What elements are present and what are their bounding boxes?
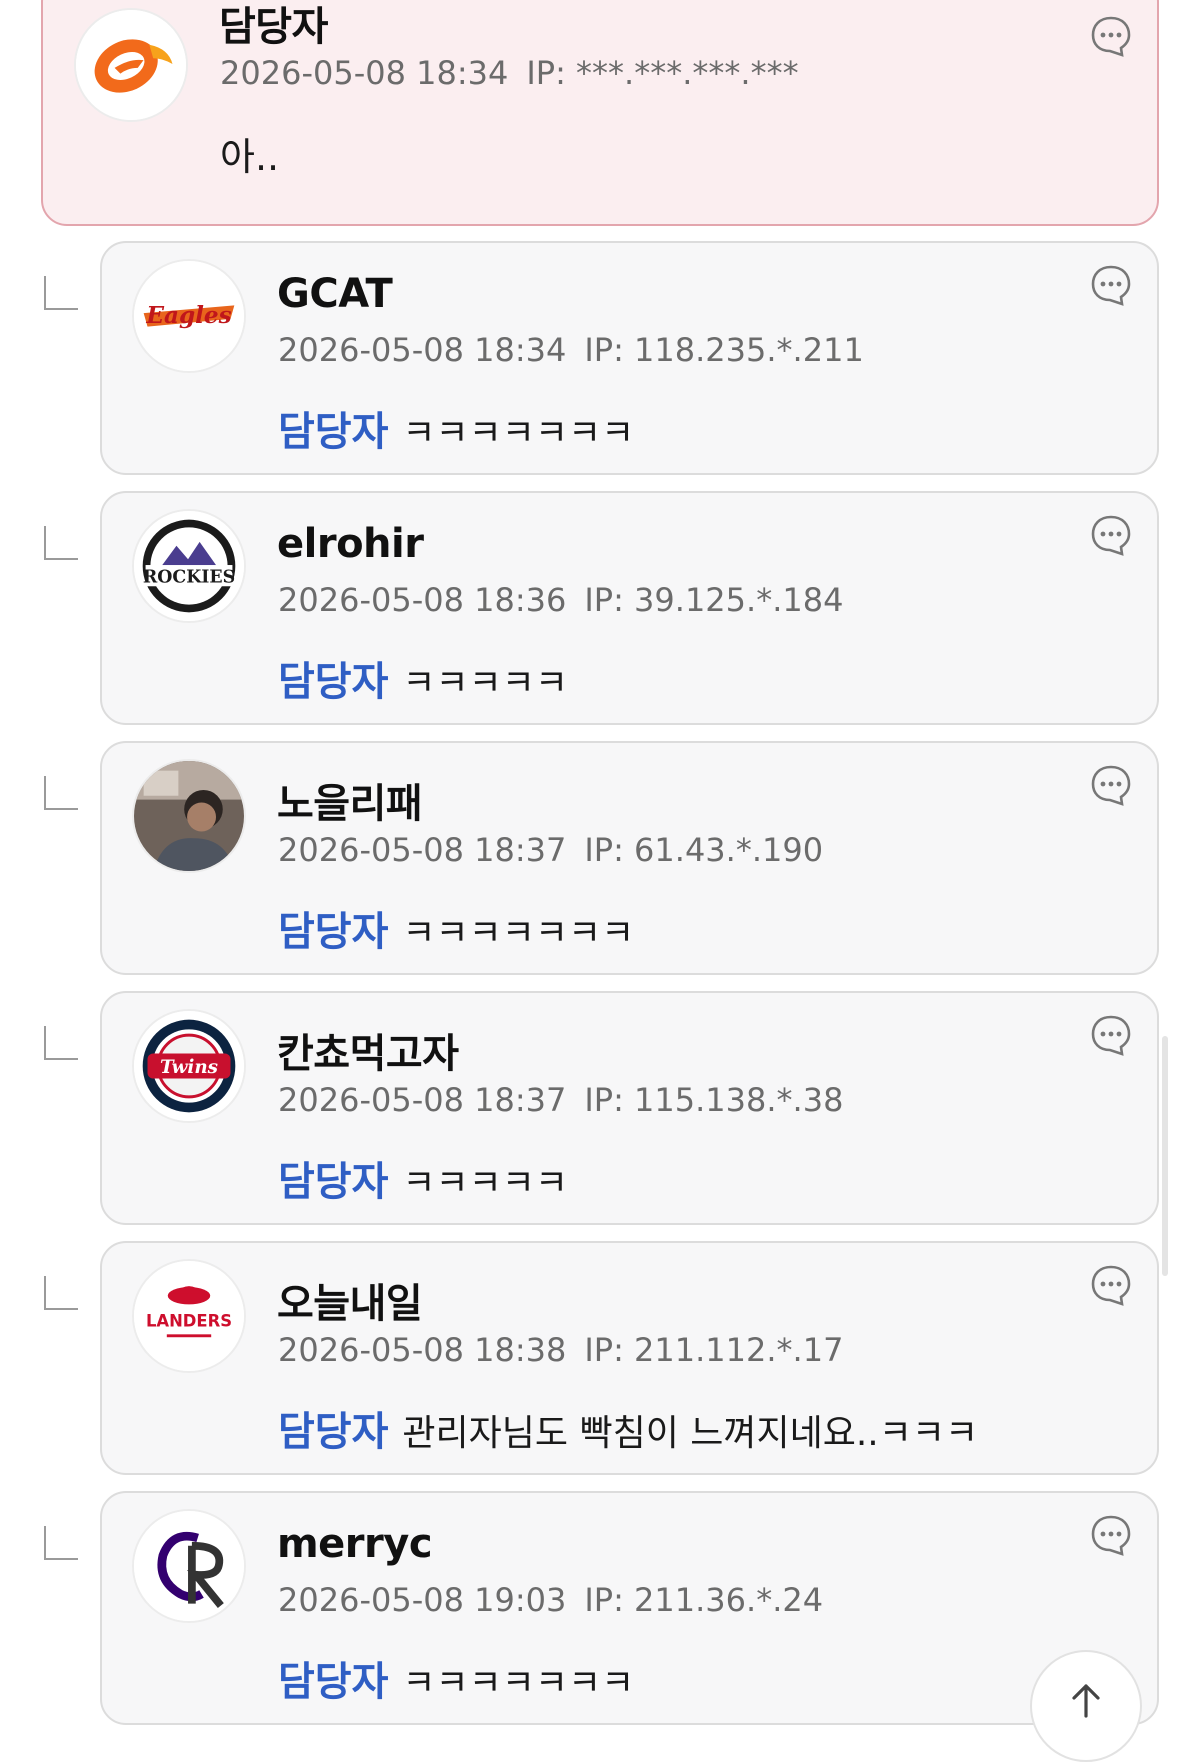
reply-nickname[interactable]: 칸쵸먹고자	[277, 1021, 459, 1079]
hanwha-logo-icon[interactable]	[74, 8, 188, 122]
reply-ip: IP: 118.235.*.211	[584, 331, 864, 369]
reply-date: 2026-05-08 18:34	[278, 331, 567, 369]
reply-date: 2026-05-08 18:38	[278, 1331, 567, 1369]
reply-comment: Twins 칸쵸먹고자 2026-05-08 18:37 IP: 115.138.…	[100, 991, 1159, 1225]
reply-text: 담당자 ㅋㅋㅋㅋㅋㅋㅋ	[278, 399, 634, 457]
hanwha-eagles-logo-icon[interactable]: Eagles	[132, 259, 246, 373]
reply-body: 관리자님도 빡침이 느껴지네요..ㅋㅋㅋ	[402, 1413, 979, 1454]
reply-arrow-icon	[44, 776, 78, 810]
reply-arrow-icon	[44, 1526, 78, 1560]
reply-meta: 2026-05-08 18:38 IP: 211.112.*.17	[278, 1331, 843, 1369]
reply-meta: 2026-05-08 18:37 IP: 61.43.*.190	[278, 831, 823, 869]
reply-ip: IP: 115.138.*.38	[584, 1081, 844, 1119]
parent-text: 아..	[220, 135, 280, 179]
reply-nickname[interactable]: GCAT	[277, 271, 393, 317]
reply-text: 담당자 관리자님도 빡침이 느껴지네요..ㅋㅋㅋ	[278, 1399, 978, 1457]
reply-nickname[interactable]: 오늘내일	[277, 1271, 423, 1329]
reply-ip: IP: 61.43.*.190	[584, 831, 824, 869]
parent-nickname[interactable]: 담당자	[219, 0, 328, 52]
reply-comment: 노을리패 2026-05-08 18:37 IP: 61.43.*.190 담당자…	[100, 741, 1159, 975]
mention-link[interactable]: 담당자	[278, 1159, 388, 1205]
mention-link[interactable]: 담당자	[278, 909, 388, 955]
reply-comment: merryc 2026-05-08 19:03 IP: 211.36.*.24 담…	[100, 1491, 1159, 1725]
landers-logo-text: LANDERS	[146, 1312, 232, 1331]
reply-body: ㅋㅋㅋㅋㅋ	[402, 663, 569, 704]
reply-comment: LANDERS 오늘내일 2026-05-08 18:38 IP: 211.112…	[100, 1241, 1159, 1475]
reply-ip: IP: 211.36.*.24	[584, 1581, 824, 1619]
reply-arrow-icon	[44, 1276, 78, 1310]
user-photo-icon[interactable]	[132, 759, 246, 873]
comment-list: 담당자 2026-05-08 18:34 IP: ***.***.***.*** …	[0, 0, 1200, 1762]
reply-arrow-icon	[44, 1026, 78, 1060]
parent-meta: 2026-05-08 18:34 IP: ***.***.***.***	[220, 54, 799, 92]
mention-link[interactable]: 담당자	[278, 1409, 388, 1455]
comment-more-icon[interactable]	[1089, 14, 1133, 58]
scroll-top-button[interactable]	[1030, 1650, 1142, 1762]
reply-date: 2026-05-08 19:03	[278, 1581, 567, 1619]
comment-more-icon[interactable]	[1089, 1263, 1133, 1307]
colorado-rockies-cr-logo-icon[interactable]	[132, 1509, 246, 1623]
reply-meta: 2026-05-08 18:37 IP: 115.138.*.38	[278, 1081, 843, 1119]
reply-ip: IP: 211.112.*.17	[584, 1331, 844, 1369]
arrow-up-icon	[1072, 1684, 1100, 1718]
reply-meta: 2026-05-08 18:36 IP: 39.125.*.184	[278, 581, 843, 619]
reply-body: ㅋㅋㅋㅋㅋ	[402, 1163, 569, 1204]
rockies-logo-text: ROCKIES	[143, 567, 235, 587]
reply-date: 2026-05-08 18:36	[278, 581, 567, 619]
reply-date: 2026-05-08 18:37	[278, 1081, 567, 1119]
reply-meta: 2026-05-08 19:03 IP: 211.36.*.24	[278, 1581, 823, 1619]
parent-date: 2026-05-08 18:34	[220, 54, 509, 92]
comment-more-icon[interactable]	[1089, 1013, 1133, 1057]
reply-date: 2026-05-08 18:37	[278, 831, 567, 869]
reply-ip: IP: 39.125.*.184	[584, 581, 844, 619]
comment-more-icon[interactable]	[1089, 763, 1133, 807]
reply-body: ㅋㅋㅋㅋㅋㅋㅋ	[402, 1663, 635, 1704]
reply-nickname[interactable]: elrohir	[277, 521, 424, 567]
eagles-logo-text: Eagles	[145, 302, 231, 329]
reply-nickname[interactable]: 노을리패	[277, 771, 423, 829]
reply-arrow-icon	[44, 526, 78, 560]
comment-more-icon[interactable]	[1089, 513, 1133, 557]
minnesota-twins-logo-icon[interactable]: Twins	[132, 1009, 246, 1123]
parent-comment: 담당자 2026-05-08 18:34 IP: ***.***.***.*** …	[41, 0, 1159, 226]
reply-body: ㅋㅋㅋㅋㅋㅋㅋ	[402, 413, 635, 454]
reply-nickname[interactable]: merryc	[277, 1521, 433, 1567]
reply-arrow-icon	[44, 276, 78, 310]
comment-more-icon[interactable]	[1089, 263, 1133, 307]
reply-body: ㅋㅋㅋㅋㅋㅋㅋ	[402, 913, 635, 954]
scrollbar[interactable]	[1162, 1036, 1168, 1276]
reply-comment: ROCKIES elrohir 2026-05-08 18:36 IP: 39.1…	[100, 491, 1159, 725]
mention-link[interactable]: 담당자	[278, 659, 388, 705]
comment-more-icon[interactable]	[1089, 1513, 1133, 1557]
reply-text: 담당자 ㅋㅋㅋㅋㅋ	[278, 649, 568, 707]
mention-link[interactable]: 담당자	[278, 409, 388, 455]
reply-text: 담당자 ㅋㅋㅋㅋㅋ	[278, 1149, 568, 1207]
ssg-landers-logo-icon[interactable]: LANDERS	[132, 1259, 246, 1373]
parent-ip: IP: ***.***.***.***	[526, 54, 799, 92]
reply-text: 담당자 ㅋㅋㅋㅋㅋㅋㅋ	[278, 899, 634, 957]
reply-meta: 2026-05-08 18:34 IP: 118.235.*.211	[278, 331, 864, 369]
twins-logo-text: Twins	[160, 1057, 218, 1078]
reply-comment: Eagles GCAT 2026-05-08 18:34 IP: 118.235.…	[100, 241, 1159, 475]
mention-link[interactable]: 담당자	[278, 1659, 388, 1705]
colorado-rockies-logo-icon[interactable]: ROCKIES	[132, 509, 246, 623]
reply-text: 담당자 ㅋㅋㅋㅋㅋㅋㅋ	[278, 1649, 634, 1707]
